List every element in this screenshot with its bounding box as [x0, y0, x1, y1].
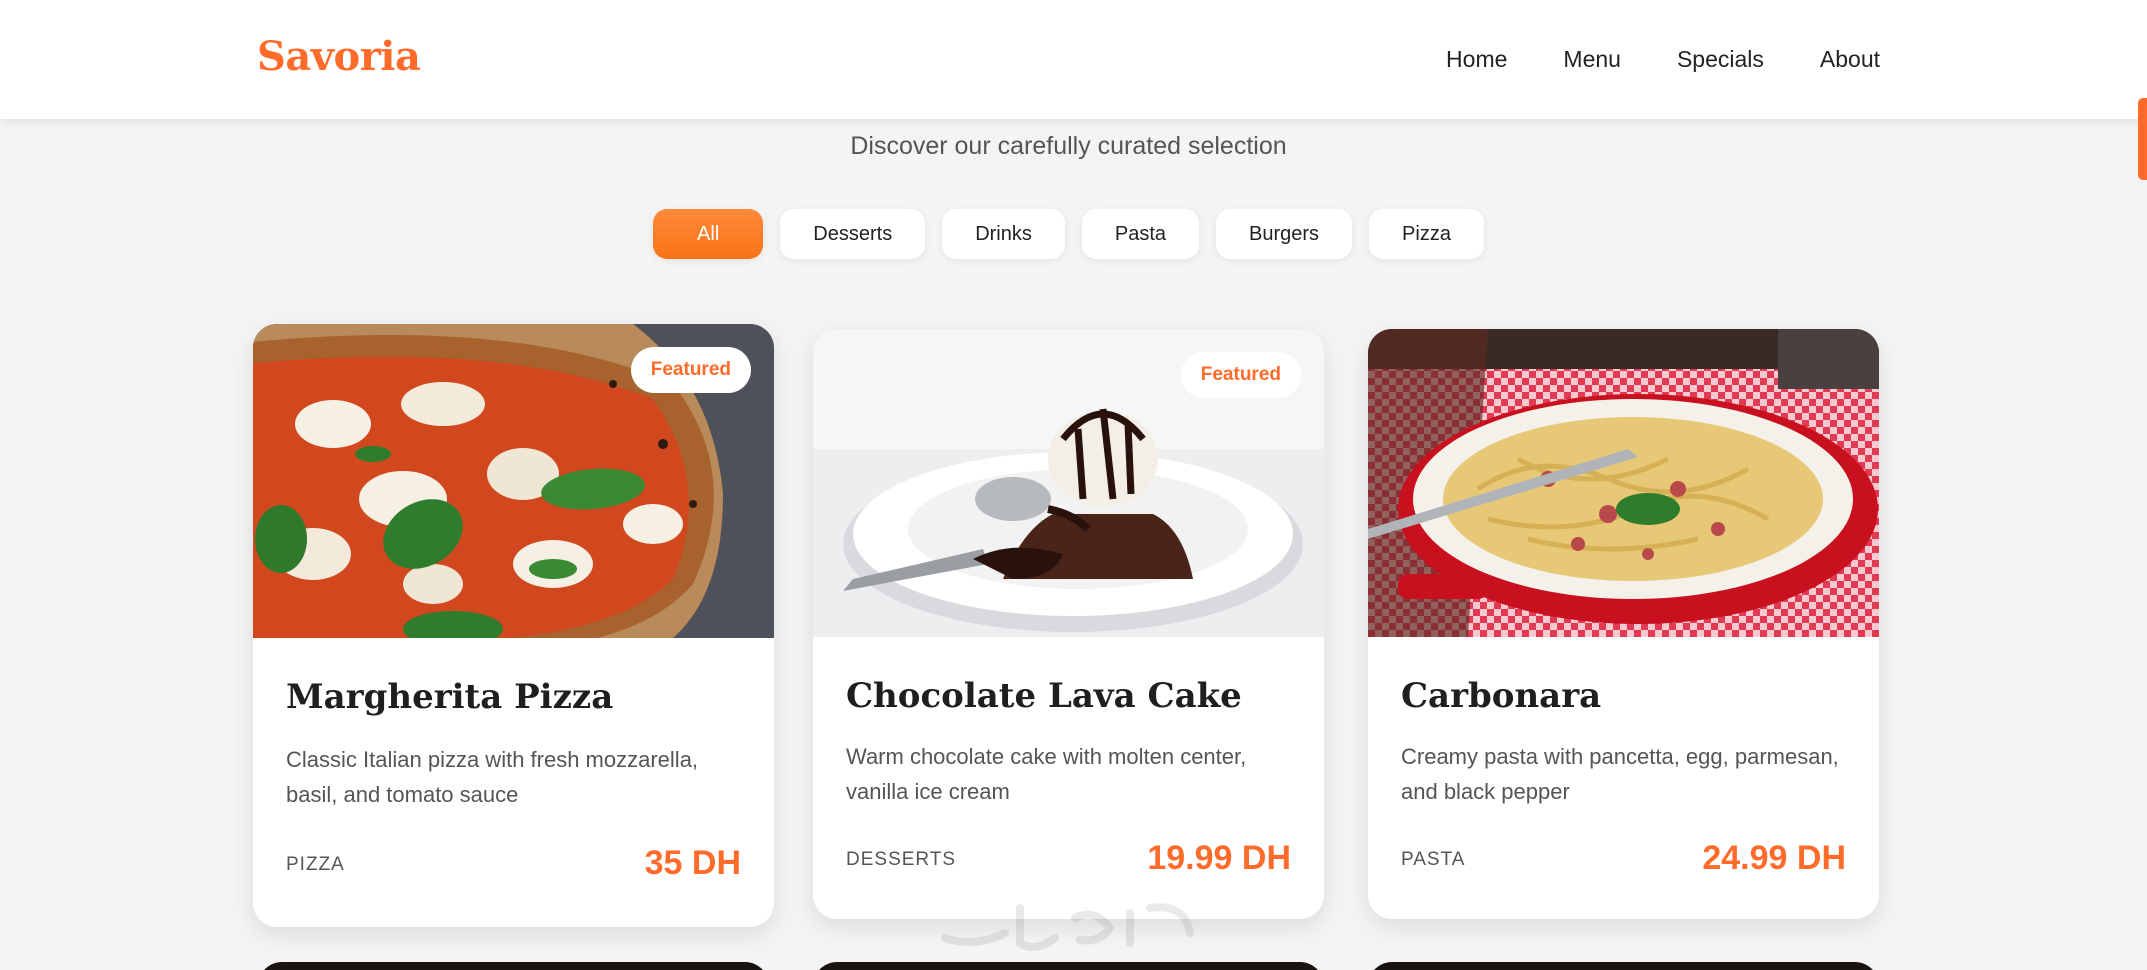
card-description: Creamy pasta with pancetta, egg, parmesa… [1401, 744, 1839, 804]
page-subtitle: Discover our carefully curated selection [850, 132, 1287, 160]
card-price: 19.99 DH [1147, 839, 1291, 877]
category-filters: All Desserts Drinks Pasta Burgers Pizza [0, 209, 2137, 259]
card-price: 35 DH [644, 844, 741, 882]
featured-badge: Featured [1180, 352, 1301, 398]
filter-all[interactable]: All [653, 209, 764, 259]
featured-badge: Featured [630, 347, 751, 393]
menu-card-chocolate-lava-cake[interactable]: Featured Chocolate Lava Cake Warm chocol… [813, 329, 1324, 919]
card-category: PASTA [1401, 849, 1466, 870]
scrollbar-thumb[interactable] [2138, 98, 2147, 180]
menu-card-partial[interactable] [258, 962, 769, 970]
nav-home[interactable]: Home [1446, 46, 1507, 73]
card-category: PIZZA [286, 854, 345, 875]
card-price: 24.99 DH [1702, 839, 1846, 877]
filter-burgers[interactable]: Burgers [1216, 209, 1353, 259]
card-category: DESSERTS [846, 849, 957, 870]
card-description: Warm chocolate cake with molten center, … [846, 744, 1247, 804]
filter-pasta[interactable]: Pasta [1081, 209, 1200, 259]
nav-menu[interactable]: Menu [1563, 46, 1621, 73]
card-description: Classic Italian pizza with fresh mozzare… [286, 747, 699, 807]
card-title: Margherita Pizza [286, 677, 614, 717]
nav-about[interactable]: About [1820, 46, 1880, 73]
filter-drinks[interactable]: Drinks [942, 209, 1065, 259]
menu-card-carbonara[interactable]: Carbonara Creamy pasta with pancetta, eg… [1368, 329, 1879, 919]
nav-specials[interactable]: Specials [1677, 46, 1764, 73]
menu-card-margherita-pizza[interactable]: Featured Margherita Pizza Classic Italia… [253, 324, 774, 927]
menu-card-partial[interactable] [813, 962, 1324, 970]
menu-card-partial[interactable] [1368, 962, 1879, 970]
logo[interactable]: Savoria [257, 33, 421, 80]
site-header: Savoria Home Menu Specials About [0, 0, 2147, 119]
main-nav: Home Menu Specials About [1446, 46, 1880, 73]
card-title: Carbonara [1401, 676, 1602, 716]
watermark-logo [941, 903, 1194, 951]
carbonara-photo [1368, 329, 1879, 637]
blurred-heading-shadow [905, 28, 1235, 90]
filter-pizza[interactable]: Pizza [1369, 209, 1484, 259]
card-title: Chocolate Lava Cake [846, 676, 1242, 716]
filter-desserts[interactable]: Desserts [780, 209, 926, 259]
